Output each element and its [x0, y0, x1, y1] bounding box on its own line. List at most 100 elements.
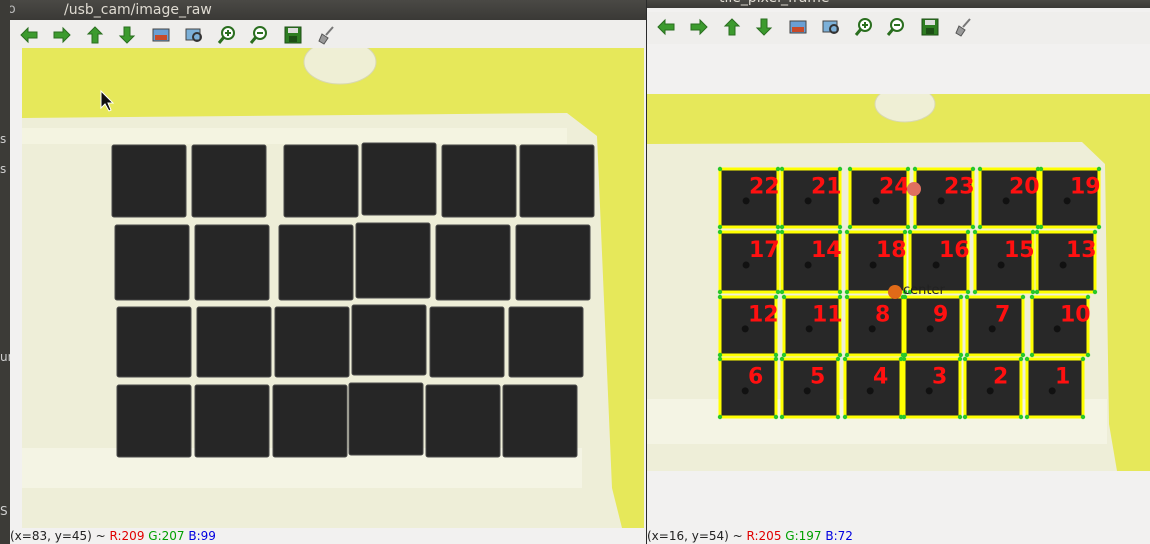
corner-point: [1029, 294, 1035, 300]
tile: [194, 224, 270, 301]
back-icon: [657, 18, 675, 36]
corner-point: [977, 166, 983, 172]
corner-point: [977, 224, 983, 230]
corner-point: [965, 229, 971, 235]
save-button[interactable]: [282, 24, 304, 46]
back-button[interactable]: [18, 24, 40, 46]
zoom-out-button[interactable]: [248, 24, 270, 46]
corner-point: [779, 356, 785, 362]
corner-point: [1020, 294, 1026, 300]
window-titlebar[interactable]: tile_pixel_frame: [647, 0, 1150, 8]
clear-button[interactable]: [316, 24, 338, 46]
corner-point: [901, 356, 907, 362]
corner-point: [970, 166, 976, 172]
corner-point: [912, 166, 918, 172]
corner-point: [779, 229, 785, 235]
zoom-fit-button[interactable]: [183, 24, 205, 46]
pixel-red-value: R:209: [109, 529, 145, 543]
corner-point: [1030, 289, 1036, 295]
corner-point: [958, 352, 964, 358]
corner-point: [1085, 352, 1091, 358]
tile: [508, 306, 584, 378]
corner-point: [1029, 352, 1035, 358]
tile: [351, 304, 427, 376]
tile-number-label: 23: [944, 174, 975, 199]
down-button[interactable]: [116, 24, 138, 46]
corner-point: [912, 224, 918, 230]
zoom-fit-icon: [185, 28, 202, 42]
zoom-out-icon: [249, 26, 267, 44]
status-bar: (x=16, y=54) ~ R:205 G:197 B:72: [647, 528, 1150, 544]
up-icon: [723, 18, 741, 36]
corner-point: [958, 294, 964, 300]
corner-point: [773, 294, 779, 300]
corner-point: [1034, 229, 1040, 235]
corner-point: [835, 356, 841, 362]
image-raw-canvas[interactable]: [22, 48, 644, 528]
picture-icon: [789, 20, 807, 34]
tile-number-label: 24: [879, 174, 910, 199]
corner-point: [1092, 229, 1098, 235]
corner-point: [779, 224, 785, 230]
zoom-in-icon: [217, 26, 235, 44]
zoom-in-button[interactable]: [853, 16, 875, 38]
zoom-in-button[interactable]: [216, 24, 238, 46]
image-raw-window: Ho /usb_cam/image_raw: [10, 0, 646, 544]
tile: [519, 144, 595, 218]
picture-button[interactable]: [787, 16, 809, 38]
tile: [116, 306, 192, 378]
picture-button[interactable]: [150, 24, 172, 46]
desktop-edge: s s un S: [0, 0, 15, 544]
corner-point: [844, 294, 850, 300]
corner-point: [1085, 294, 1091, 300]
tile-number-label: 19: [1070, 174, 1101, 199]
corner-point: [970, 224, 976, 230]
tile: [361, 142, 437, 216]
forward-button[interactable]: [51, 24, 73, 46]
camera-image: [22, 48, 644, 528]
empty-area: [647, 471, 1150, 528]
corner-point: [781, 352, 787, 358]
down-button[interactable]: [753, 16, 775, 38]
tile-number-label: 16: [939, 238, 970, 263]
tile-number-label: 14: [811, 238, 842, 263]
corner-point: [844, 352, 850, 358]
zoom-fit-button[interactable]: [820, 16, 842, 38]
corner-point: [773, 414, 779, 420]
corner-point: [717, 229, 723, 235]
tile: [283, 144, 359, 218]
corner-point: [717, 224, 723, 230]
zoom-out-button[interactable]: [885, 16, 907, 38]
zoom-out-icon: [886, 18, 904, 36]
toolbar: [10, 20, 646, 50]
corner-point: [901, 414, 907, 420]
corner-point: [905, 224, 911, 230]
up-button[interactable]: [721, 16, 743, 38]
corner-point: [1096, 224, 1102, 230]
pixel-red-value: R:205: [746, 529, 782, 543]
back-button[interactable]: [655, 16, 677, 38]
corner-point: [1024, 356, 1030, 362]
corner-point: [773, 356, 779, 362]
tile-pixel-canvas[interactable]: 22 21 24 23 20 19 17 14 18 16 15 13 12 11 8 9 7 10 6 5 4 3 2 1 …: [647, 94, 1150, 471]
pixel-blue-value: B:72: [825, 529, 853, 543]
corner-point: [775, 224, 781, 230]
tile-number-label: 11: [812, 302, 843, 327]
forward-button[interactable]: [688, 16, 710, 38]
tile: [515, 224, 591, 301]
tile-number-label: 8: [875, 302, 890, 327]
corner-point: [844, 289, 850, 295]
toolbar: [647, 12, 1150, 44]
corner-point: [775, 289, 781, 295]
corner-point: [965, 289, 971, 295]
down-icon: [755, 18, 773, 36]
picture-icon: [152, 28, 170, 42]
tile-number-label: 17: [749, 238, 780, 263]
up-button[interactable]: [84, 24, 106, 46]
corner-point: [717, 294, 723, 300]
corner-point: [1020, 352, 1026, 358]
window-titlebar[interactable]: Ho /usb_cam/image_raw: [10, 0, 646, 20]
save-button[interactable]: [919, 16, 941, 38]
corner-point: [962, 414, 968, 420]
clear-button[interactable]: [953, 16, 975, 38]
